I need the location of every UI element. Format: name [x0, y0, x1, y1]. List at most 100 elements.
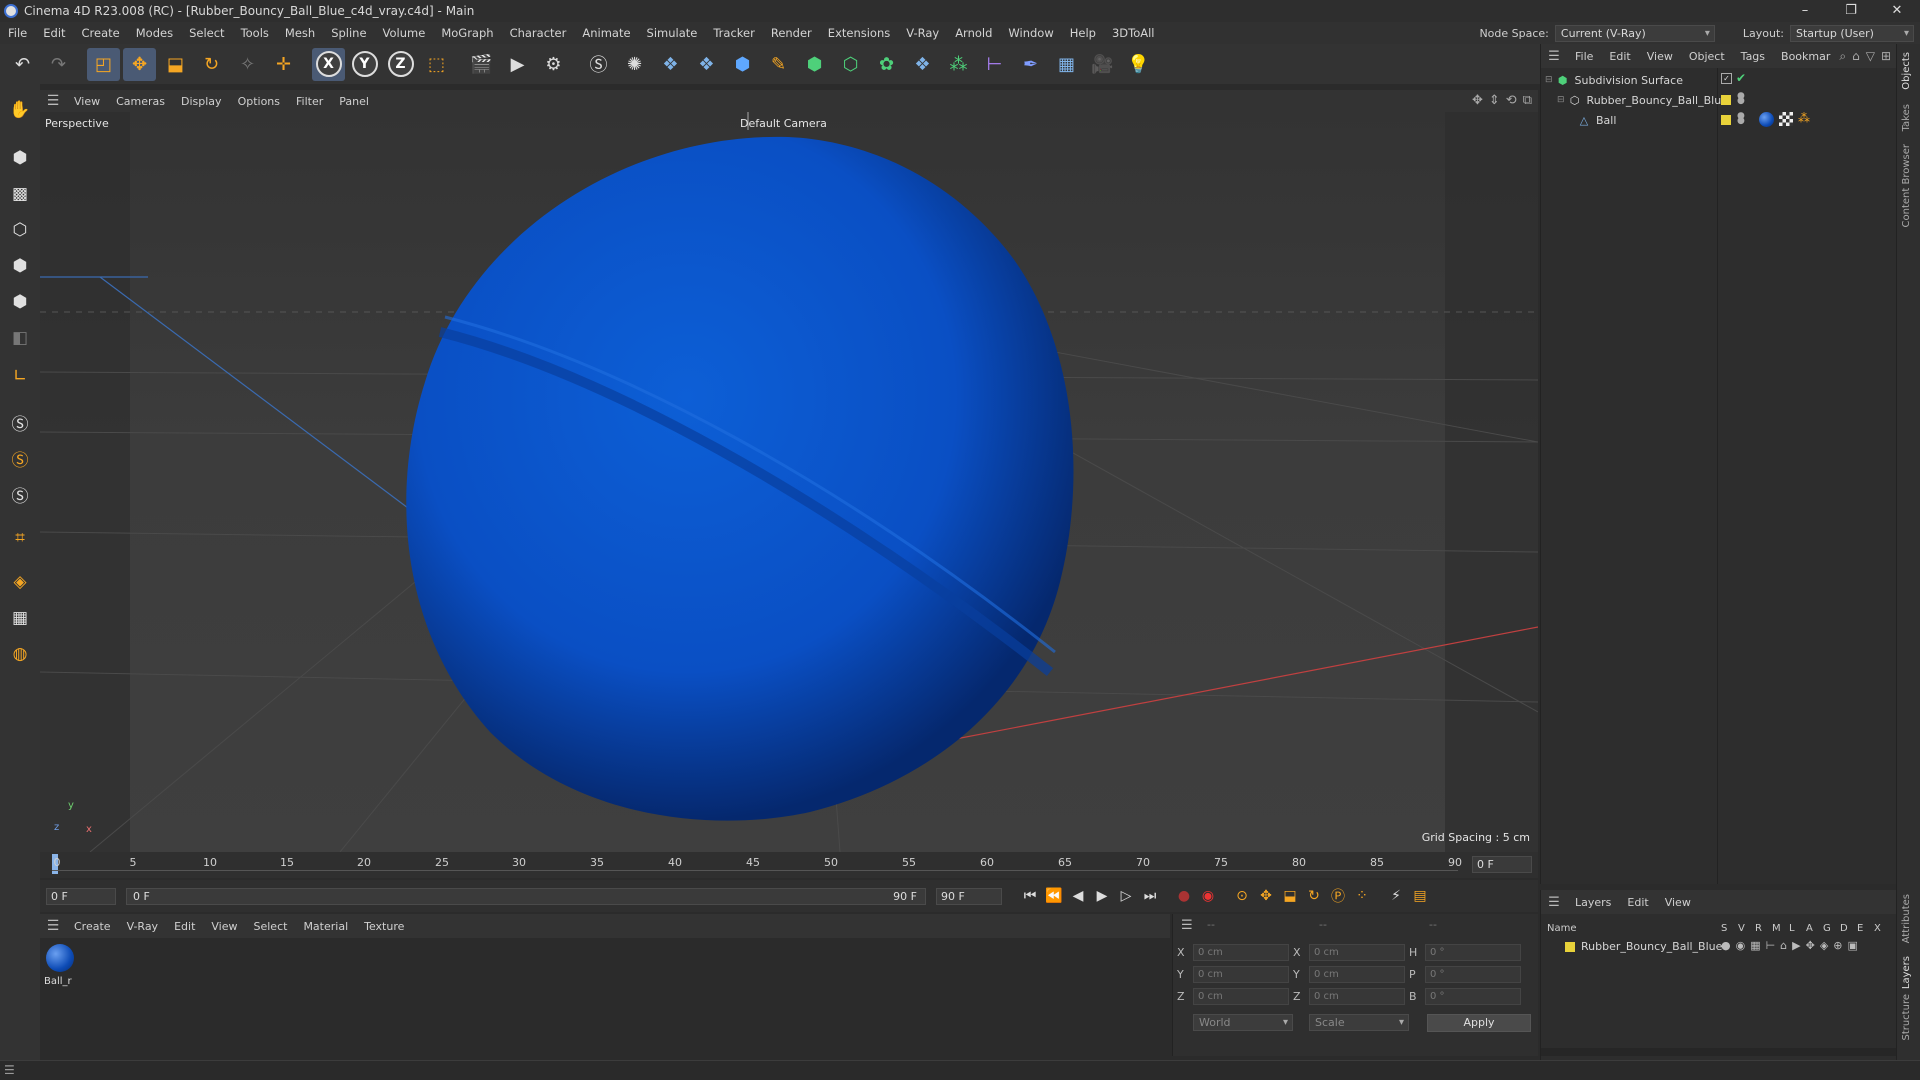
- uvw-tag-icon[interactable]: [1779, 112, 1793, 126]
- bend-icon[interactable]: ⊢: [978, 48, 1011, 81]
- object-menu-tags[interactable]: Tags: [1733, 50, 1773, 63]
- render-settings-icon[interactable]: ⚙: [537, 48, 570, 81]
- current-frame-field[interactable]: 0 F: [1472, 856, 1532, 873]
- filter-icon[interactable]: ▽: [1866, 49, 1875, 64]
- position-x-field[interactable]: 0 cm: [1193, 944, 1289, 961]
- viewport-menu-options[interactable]: Options: [230, 95, 288, 108]
- material-name[interactable]: Ball_r: [44, 976, 72, 987]
- key-pla-icon[interactable]: ⁘: [1350, 884, 1374, 908]
- layer-flag-manager[interactable]: M: [1772, 923, 1781, 934]
- end-frame-field[interactable]: 90 F: [936, 887, 1002, 905]
- key-selection-icon[interactable]: ⊙: [1230, 884, 1254, 908]
- layer-color-swatch[interactable]: [1565, 942, 1575, 952]
- rotate-icon[interactable]: ↻: [195, 48, 228, 81]
- snap-icon[interactable]: Ⓢ: [4, 406, 36, 438]
- object-menu-object[interactable]: Object: [1681, 50, 1733, 63]
- status-menu-icon[interactable]: ☰: [4, 1063, 15, 1077]
- material-menu-texture[interactable]: Texture: [356, 920, 412, 933]
- menu-spline[interactable]: Spline: [323, 26, 374, 40]
- layer-menu-edit[interactable]: Edit: [1619, 896, 1656, 909]
- coordinates-hamburger-icon[interactable]: ☰: [1181, 918, 1193, 933]
- previous-key-icon[interactable]: ⏪: [1042, 884, 1066, 908]
- material-menu-vray[interactable]: V-Ray: [119, 920, 167, 933]
- locked-workplane-icon[interactable]: ◍: [4, 638, 36, 670]
- polygons-mode-icon[interactable]: ⬢: [4, 286, 36, 318]
- key-rotation-icon[interactable]: ↻: [1302, 884, 1326, 908]
- menu-tracker[interactable]: Tracker: [705, 26, 763, 40]
- layer-flag-view[interactable]: V: [1738, 923, 1745, 934]
- tab-structure[interactable]: Structure: [1901, 994, 1912, 1041]
- layer-flag-expressions[interactable]: E: [1857, 923, 1863, 934]
- menu-tools[interactable]: Tools: [233, 26, 277, 40]
- snap-quantize-icon[interactable]: Ⓢ: [4, 478, 36, 510]
- perspective-viewport[interactable]: Perspective Default Camera Grid Spacing …: [40, 112, 1538, 852]
- key-parameter-icon[interactable]: Ⓟ: [1326, 884, 1350, 908]
- subdivision-icon[interactable]: ⬢: [798, 48, 831, 81]
- menu-animate[interactable]: Animate: [574, 26, 638, 40]
- layer-hamburger-icon[interactable]: ☰: [1541, 895, 1567, 910]
- enabled-check-icon[interactable]: ✔: [1736, 71, 1746, 85]
- make-editable-icon[interactable]: ✋: [4, 94, 36, 126]
- vray-light-icon[interactable]: ✺: [618, 48, 651, 81]
- grid-icon[interactable]: ▦: [4, 602, 36, 634]
- render-picture-viewer-icon[interactable]: ▶: [501, 48, 534, 81]
- workplane-icon[interactable]: ◈: [4, 566, 36, 598]
- rotation-p-field[interactable]: 0 °: [1425, 966, 1521, 983]
- material-menu-material[interactable]: Material: [295, 920, 356, 933]
- menu-arnold[interactable]: Arnold: [947, 26, 1000, 40]
- menu-help[interactable]: Help: [1062, 26, 1104, 40]
- key-position-icon[interactable]: ✥: [1254, 884, 1278, 908]
- home-icon[interactable]: ⌂: [1852, 49, 1860, 64]
- viewport-menu-display[interactable]: Display: [173, 95, 230, 108]
- layer-flag-generators[interactable]: G: [1823, 923, 1831, 934]
- layer-color-swatch[interactable]: [1721, 115, 1731, 125]
- material-menu-edit[interactable]: Edit: [166, 920, 203, 933]
- auto-key-icon[interactable]: ◉: [1196, 884, 1220, 908]
- mograph-cloner-icon[interactable]: ✿: [870, 48, 903, 81]
- rotation-b-field[interactable]: 0 °: [1425, 988, 1521, 1005]
- editor-visibility-checkbox[interactable]: ✓: [1721, 73, 1732, 84]
- layer-flag-render[interactable]: R: [1755, 923, 1762, 934]
- uv-mode-icon[interactable]: ◧: [4, 322, 36, 354]
- layer-flag-icons[interactable]: ●◉▦⊢⌂▶✥◈⊕▣: [1721, 939, 1863, 952]
- previous-frame-icon[interactable]: ◀: [1066, 884, 1090, 908]
- minimize-button[interactable]: –: [1782, 0, 1828, 22]
- object-menu-file[interactable]: File: [1567, 50, 1601, 63]
- camera-label[interactable]: Default Camera: [740, 117, 827, 130]
- layer-menu-view[interactable]: View: [1657, 896, 1699, 909]
- viewport-menu-panel[interactable]: Panel: [331, 95, 377, 108]
- coordinate-system-icon[interactable]: ⬚: [420, 48, 453, 81]
- move-icon[interactable]: ✥: [123, 47, 156, 81]
- material-menu-view[interactable]: View: [203, 920, 245, 933]
- rotation-h-field[interactable]: 0 °: [1425, 944, 1521, 961]
- menu-render[interactable]: Render: [763, 26, 820, 40]
- menu-volume[interactable]: Volume: [375, 26, 434, 40]
- object-menu-view[interactable]: View: [1639, 50, 1681, 63]
- menu-mesh[interactable]: Mesh: [277, 26, 323, 40]
- timeline-icon[interactable]: ⚡: [1384, 884, 1408, 908]
- size-z-field[interactable]: 0 cm: [1309, 988, 1405, 1005]
- next-frame-icon[interactable]: ▷: [1114, 884, 1138, 908]
- layer-flag-xref[interactable]: X: [1874, 923, 1881, 934]
- coordinate-space-dropdown[interactable]: World: [1193, 1014, 1293, 1031]
- y-axis-lock-button[interactable]: Y: [348, 48, 381, 81]
- material-thumbnail[interactable]: [46, 944, 74, 972]
- undo-icon[interactable]: ↶: [6, 48, 39, 81]
- close-button[interactable]: ✕: [1874, 0, 1920, 22]
- layout-dropdown[interactable]: Startup (User): [1790, 24, 1914, 42]
- axis-mode-icon[interactable]: ∟: [4, 360, 36, 392]
- phong-tag-icon[interactable]: ⁂: [1798, 111, 1810, 125]
- start-frame-field[interactable]: 0 F: [46, 887, 116, 905]
- go-to-start-icon[interactable]: ⏮: [1018, 884, 1042, 908]
- new-window-icon[interactable]: ⊞: [1881, 49, 1891, 64]
- menu-create[interactable]: Create: [74, 26, 128, 40]
- record-icon[interactable]: ●: [1172, 884, 1196, 908]
- pan-icon[interactable]: ✥: [1472, 93, 1483, 108]
- layer-flag-locked[interactable]: L: [1789, 923, 1795, 934]
- layer-row[interactable]: Rubber_Bouncy_Ball_Blue ●◉▦⊢⌂▶✥◈⊕▣: [1541, 938, 1897, 956]
- go-to-end-icon[interactable]: ⏭: [1138, 884, 1162, 908]
- object-row-subdivision-surface[interactable]: ⊟ ⬢ Subdivision Surface ✓ ✔: [1541, 70, 1897, 90]
- x-axis-lock-button[interactable]: X: [312, 47, 345, 81]
- edges-mode-icon[interactable]: ⬢: [4, 250, 36, 282]
- object-menu-edit[interactable]: Edit: [1601, 50, 1638, 63]
